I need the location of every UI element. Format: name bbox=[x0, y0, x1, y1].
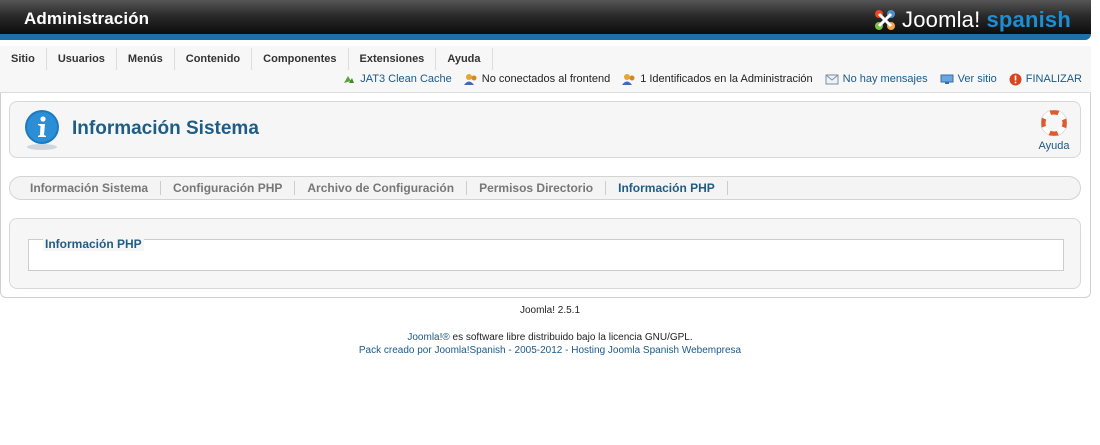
tab-informacion-php[interactable]: Información PHP bbox=[606, 181, 728, 195]
frontend-users-label: No conectados al frontend bbox=[481, 73, 611, 85]
content-panel: Información PHP bbox=[9, 218, 1081, 289]
menu-item-menus[interactable]: Menús bbox=[117, 48, 175, 70]
license-text: es software libre distribuido bajo la li… bbox=[449, 332, 693, 343]
admin-users-icon bbox=[622, 73, 635, 85]
tab-informacion-sistema[interactable]: Información Sistema bbox=[18, 181, 162, 195]
menu-item-sitio[interactable]: Sitio bbox=[0, 48, 47, 70]
php-info-fieldset bbox=[28, 239, 1064, 271]
messages-link[interactable]: No hay mensajes bbox=[825, 73, 928, 85]
recycle-icon bbox=[344, 76, 355, 83]
info-icon bbox=[25, 110, 59, 150]
menu-item-usuarios[interactable]: Usuarios bbox=[47, 48, 117, 70]
admin-users-status: 1 Identificados en la Administración bbox=[622, 73, 813, 86]
messages-label: No hay mensajes bbox=[842, 73, 928, 85]
page-title: Información Sistema bbox=[72, 118, 259, 139]
tab-configuracion-php[interactable]: Configuración PHP bbox=[161, 181, 296, 195]
clean-cache-label: JAT3 Clean Cache bbox=[360, 73, 452, 85]
view-site-label: Ver sitio bbox=[957, 73, 997, 85]
logo-joomla-text: Joomla! bbox=[902, 7, 981, 32]
footer-version: Joomla! 2.5.1 bbox=[519, 305, 581, 316]
frontend-users-status: No conectados al frontend bbox=[463, 73, 611, 86]
footer: Joomla! 2.5.1 Joomla!® es software libre… bbox=[0, 305, 1100, 356]
help-label: Ayuda bbox=[1038, 140, 1070, 152]
lifebuoy-icon bbox=[1040, 109, 1068, 137]
admin-users-label: 1 Identificados en la Administración bbox=[640, 73, 813, 85]
menu-item-componentes[interactable]: Componentes bbox=[252, 48, 349, 70]
joomla-logo: Joomla! spanish bbox=[872, 6, 1071, 34]
system-info-tabs: Información Sistema Configuración PHP Ar… bbox=[9, 176, 1081, 200]
footer-pack-link[interactable]: Pack creado por Joomla!Spanish - 2005-20… bbox=[0, 345, 1100, 356]
joomla-link[interactable]: Joomla!® bbox=[407, 332, 449, 343]
php-info-legend: Información PHP bbox=[43, 237, 144, 251]
status-bar: JAT3 Clean Cache No conectados al fronte… bbox=[330, 70, 1082, 88]
main-menu: Sitio Usuarios Menús Contenido Component… bbox=[0, 48, 493, 70]
tab-archivo-configuracion[interactable]: Archivo de Configuración bbox=[295, 181, 468, 195]
logout-icon bbox=[1009, 73, 1022, 85]
mail-icon bbox=[825, 74, 839, 84]
view-site-link[interactable]: Ver sitio bbox=[940, 73, 997, 85]
logout-link[interactable]: FINALIZAR bbox=[1009, 73, 1082, 86]
menu-bar: Sitio Usuarios Menús Contenido Component… bbox=[0, 46, 1091, 93]
clean-cache-link[interactable]: JAT3 Clean Cache bbox=[342, 73, 452, 85]
admin-header: Administración Joomla! spanish bbox=[0, 0, 1091, 40]
logo-spanish-text: spanish bbox=[986, 7, 1071, 32]
footer-license: Joomla!® es software libre distribuido b… bbox=[0, 332, 1100, 343]
users-icon bbox=[463, 73, 477, 85]
menu-item-contenido[interactable]: Contenido bbox=[175, 48, 253, 70]
admin-title: Administración bbox=[24, 9, 150, 28]
menu-item-extensiones[interactable]: Extensiones bbox=[349, 48, 437, 70]
page-title-box: Información Sistema Ayuda bbox=[9, 101, 1081, 158]
menu-item-ayuda[interactable]: Ayuda bbox=[436, 48, 493, 70]
monitor-icon bbox=[940, 74, 954, 84]
joomla-logo-icon bbox=[875, 10, 895, 30]
help-button[interactable]: Ayuda bbox=[1034, 109, 1074, 152]
tab-permisos-directorio[interactable]: Permisos Directorio bbox=[467, 181, 607, 195]
logout-label: FINALIZAR bbox=[1025, 73, 1082, 85]
